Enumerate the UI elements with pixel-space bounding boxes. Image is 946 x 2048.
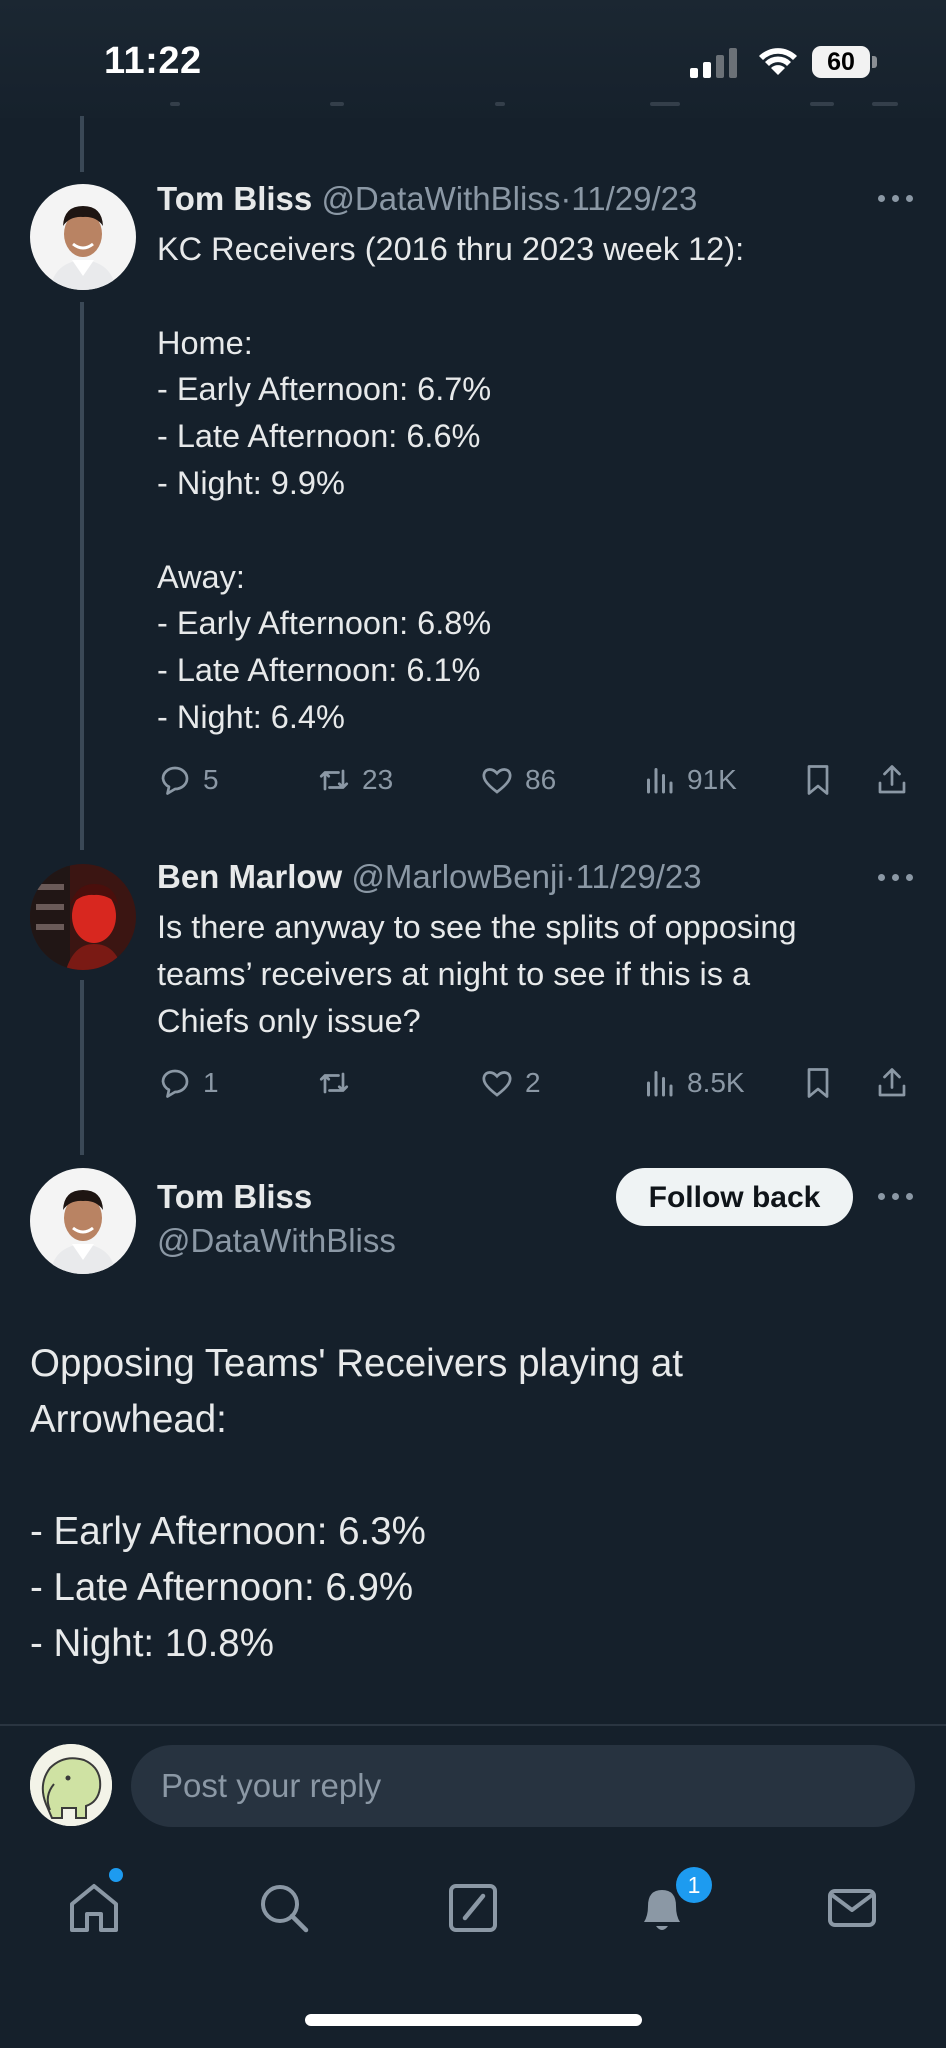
repost-icon: [319, 769, 349, 791]
my-avatar[interactable]: [30, 1744, 112, 1826]
heart-icon: [482, 1071, 512, 1097]
separator: ·: [564, 858, 576, 895]
reply-button[interactable]: 1: [157, 1060, 219, 1106]
share-icon: [878, 1068, 906, 1097]
wifi-icon: [759, 48, 797, 75]
profile-photo: [30, 1168, 136, 1274]
share-button[interactable]: [874, 1060, 920, 1106]
home-unread-dot: [109, 1868, 123, 1882]
reply-icon: [161, 766, 189, 795]
status-bar: 11:22 60: [0, 0, 946, 118]
messages-icon[interactable]: [822, 1878, 882, 1938]
bookmark-icon: [807, 1068, 829, 1098]
reply-button[interactable]: 5: [157, 757, 219, 803]
heart-icon: [482, 768, 512, 794]
separator: ·: [560, 180, 572, 217]
views-icon: [647, 1071, 673, 1097]
author-handle: @DataWithBliss: [321, 180, 561, 217]
more-options-icon[interactable]: [878, 1193, 916, 1203]
author-name: Tom Bliss: [157, 180, 313, 217]
avatar[interactable]: [30, 1168, 136, 1274]
status-time: 11:22: [104, 40, 202, 82]
battery-icon: 60: [812, 46, 878, 78]
tweet-author[interactable]: Ben Marlow @MarlowBenji·11/29/23: [157, 858, 702, 896]
like-count: 86: [525, 764, 557, 795]
elephant-avatar-icon: [30, 1744, 112, 1826]
views-button[interactable]: 8.5K: [641, 1060, 745, 1106]
tweet-text: KC Receivers (2016 thru 2023 week 12): H…: [157, 231, 745, 735]
repost-count: 23: [362, 764, 394, 795]
author-name: Ben Marlow: [157, 858, 343, 895]
views-button[interactable]: 91K: [641, 757, 737, 803]
author-handle[interactable]: @DataWithBliss: [157, 1222, 396, 1260]
tweet-actions: 1 2 8.5K: [0, 1060, 946, 1106]
scrolled-action-bar: [150, 98, 900, 118]
profile-photo: [30, 184, 136, 290]
reply-input[interactable]: Post your reply: [131, 1745, 915, 1827]
focused-tweet-text: Opposing Teams' Receivers playing at Arr…: [30, 1342, 683, 1665]
share-button[interactable]: [874, 757, 920, 803]
reply-count: 1: [203, 1067, 219, 1098]
avatar[interactable]: [30, 184, 136, 290]
more-options-icon[interactable]: [878, 874, 916, 884]
battery-level: 60: [812, 46, 870, 78]
cellular-signal-icon: [690, 48, 737, 78]
like-count: 2: [525, 1067, 541, 1098]
like-button[interactable]: 2: [479, 1060, 541, 1106]
avatar[interactable]: [30, 864, 136, 970]
home-indicator: [305, 2014, 642, 2026]
tweet-actions: 5 23 86 91K: [0, 757, 946, 803]
tweet-date: 11/29/23: [571, 180, 698, 217]
repost-button[interactable]: [316, 1060, 362, 1106]
tweet-author[interactable]: Tom Bliss @DataWithBliss·11/29/23: [157, 180, 697, 218]
compose-icon[interactable]: [443, 1878, 503, 1938]
thread-line-top: [80, 116, 84, 172]
repost-button[interactable]: 23: [316, 757, 393, 803]
author-name[interactable]: Tom Bliss: [157, 1178, 312, 1216]
more-options-icon[interactable]: [878, 195, 916, 205]
bookmark-button[interactable]: [800, 757, 846, 803]
divider: [0, 1724, 946, 1726]
follow-back-button[interactable]: Follow back: [616, 1168, 853, 1226]
reply-count: 5: [203, 764, 219, 795]
view-count: 8.5K: [687, 1067, 745, 1098]
search-icon[interactable]: [254, 1878, 314, 1938]
tweet-date: 11/29/23: [575, 858, 702, 895]
author-handle: @MarlowBenji: [351, 858, 565, 895]
home-icon[interactable]: [64, 1878, 124, 1938]
notification-badge: 1: [676, 1867, 712, 1903]
share-icon: [878, 765, 906, 794]
tweet-text: Is there anyway to see the splits of opp…: [157, 909, 797, 1039]
profile-photo: [30, 864, 136, 970]
like-button[interactable]: 86: [479, 757, 556, 803]
bookmark-icon: [807, 765, 829, 795]
bookmark-button[interactable]: [800, 1060, 846, 1106]
reply-icon: [161, 1069, 189, 1098]
view-count: 91K: [687, 764, 737, 795]
views-icon: [647, 768, 673, 794]
repost-icon: [319, 1072, 349, 1094]
